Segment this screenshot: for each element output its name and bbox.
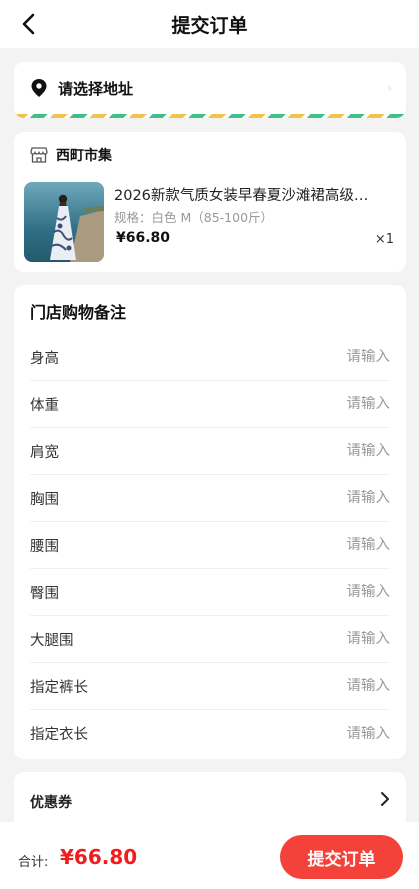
note-label: 肩宽	[30, 444, 59, 461]
address-placeholder: 请选择地址	[58, 79, 134, 98]
store-icon	[30, 147, 48, 163]
location-pin-icon	[31, 79, 47, 97]
note-row-weight: 体重	[30, 381, 390, 428]
note-label: 臀围	[30, 585, 59, 602]
shopping-notes-card: 门店购物备注 身高 体重 肩宽 胸围 腰围 臀围 大腿围 指定裤长 指定衣长	[14, 285, 406, 759]
shoulder-width-input[interactable]	[270, 443, 390, 459]
select-address-button[interactable]: 请选择地址 ›	[30, 76, 392, 100]
note-row-thigh: 大腿围	[30, 616, 390, 663]
note-row-height: 身高	[30, 334, 390, 381]
note-row-waist: 腰围	[30, 522, 390, 569]
chevron-right-icon	[381, 792, 389, 806]
pants-length-input[interactable]	[270, 678, 390, 694]
notes-title: 门店购物备注	[30, 303, 127, 322]
note-label: 胸围	[30, 491, 59, 508]
address-stripe-divider	[14, 114, 406, 118]
chest-input[interactable]	[270, 490, 390, 506]
note-label: 腰围	[30, 538, 59, 555]
top-length-input[interactable]	[270, 725, 390, 742]
product-photo	[24, 182, 104, 262]
total-label: 合计:	[18, 855, 49, 870]
submit-order-button[interactable]: 提交订单	[280, 835, 403, 879]
bottom-checkout-bar: 合计: ¥66.80 提交订单	[0, 822, 419, 889]
note-label: 指定衣长	[30, 727, 88, 743]
chevron-left-icon	[22, 13, 35, 35]
address-card: 请选择地址 ›	[14, 62, 406, 118]
shop-name: 西町市集	[56, 148, 112, 164]
hip-input[interactable]	[270, 584, 390, 600]
note-row-chest: 胸围	[30, 475, 390, 522]
note-row-top-length: 指定衣长	[30, 710, 390, 757]
coupon-label: 优惠券	[30, 795, 72, 811]
note-row-shoulder: 肩宽	[30, 428, 390, 475]
product-spec: 规格：白色 M（85-100斤）	[114, 210, 274, 225]
top-bar: 提交订单	[0, 0, 419, 48]
note-label: 身高	[30, 350, 59, 367]
note-label: 大腿围	[30, 632, 74, 649]
note-label: 体重	[30, 397, 59, 414]
thigh-input[interactable]	[270, 631, 390, 647]
note-label: 指定裤长	[30, 679, 88, 696]
shop-card: 西町市集 2026新款气质女装早春夏沙滩裙高级… 规格：白色 M（85-100斤…	[14, 132, 406, 272]
chevron-right-icon: ›	[387, 81, 392, 95]
shop-header[interactable]: 西町市集	[30, 144, 112, 166]
note-row-hip: 臀围	[30, 569, 390, 616]
height-input[interactable]	[270, 349, 390, 365]
product-image[interactable]	[24, 182, 104, 262]
back-button[interactable]	[14, 10, 42, 38]
weight-input[interactable]	[270, 396, 390, 412]
product-quantity: ×1	[374, 232, 394, 247]
waist-input[interactable]	[270, 537, 390, 553]
page-title: 提交订单	[171, 14, 248, 37]
product-price: ¥66.80	[116, 230, 171, 246]
total-amount: ¥66.80	[60, 845, 138, 869]
product-title[interactable]: 2026新款气质女装早春夏沙滩裙高级…	[114, 184, 396, 205]
note-row-pants-length: 指定裤长	[30, 663, 390, 710]
